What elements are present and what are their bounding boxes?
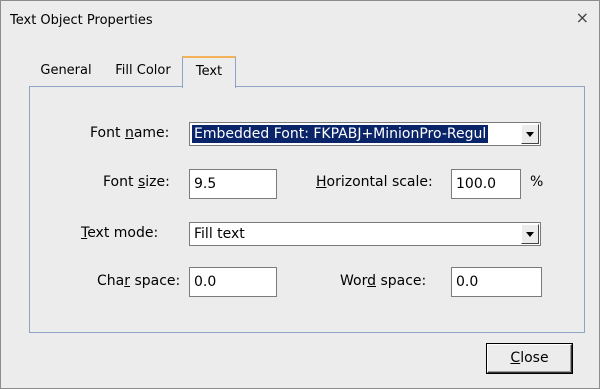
tab-fill-color[interactable]: Fill Color bbox=[105, 57, 181, 83]
tab-general-label: General bbox=[40, 63, 92, 78]
char-space-label: Char space: bbox=[97, 273, 181, 289]
text-mode-select[interactable]: Fill text bbox=[189, 222, 541, 246]
dialog-title: Text Object Properties bbox=[10, 13, 153, 28]
horizontal-scale-input[interactable]: 100.0 bbox=[451, 169, 521, 199]
tab-text-label: Text bbox=[195, 64, 223, 79]
word-space-input[interactable]: 0.0 bbox=[451, 267, 542, 297]
char-space-input[interactable]: 0.0 bbox=[189, 267, 277, 297]
horizontal-scale-label: Horizontal scale: bbox=[316, 174, 433, 190]
font-size-input[interactable]: 9.5 bbox=[189, 169, 277, 199]
text-mode-label: Text mode: bbox=[81, 225, 159, 241]
text-mode-value: Fill text bbox=[194, 226, 245, 242]
word-space-label: Word space: bbox=[340, 273, 427, 289]
tab-general[interactable]: General bbox=[33, 57, 99, 83]
font-name-value: Embedded Font: FKPABJ+MinionPro-Regul bbox=[190, 124, 490, 144]
close-button[interactable]: Close bbox=[487, 344, 572, 373]
chevron-down-icon[interactable] bbox=[521, 224, 539, 244]
font-size-label: Font size: bbox=[103, 174, 170, 190]
close-icon[interactable]: × bbox=[576, 10, 589, 26]
font-name-label: Font name: bbox=[90, 125, 170, 141]
chevron-down-icon[interactable] bbox=[521, 124, 539, 144]
text-object-properties-dialog: Text Object Properties × General Fill Co… bbox=[0, 0, 600, 389]
tab-fill-color-label: Fill Color bbox=[115, 63, 171, 78]
title-bar: Text Object Properties × bbox=[1, 1, 599, 37]
percent-unit: % bbox=[530, 174, 544, 190]
font-name-select[interactable]: Embedded Font: FKPABJ+MinionPro-Regul bbox=[189, 122, 541, 146]
tab-text[interactable]: Text bbox=[182, 56, 236, 88]
